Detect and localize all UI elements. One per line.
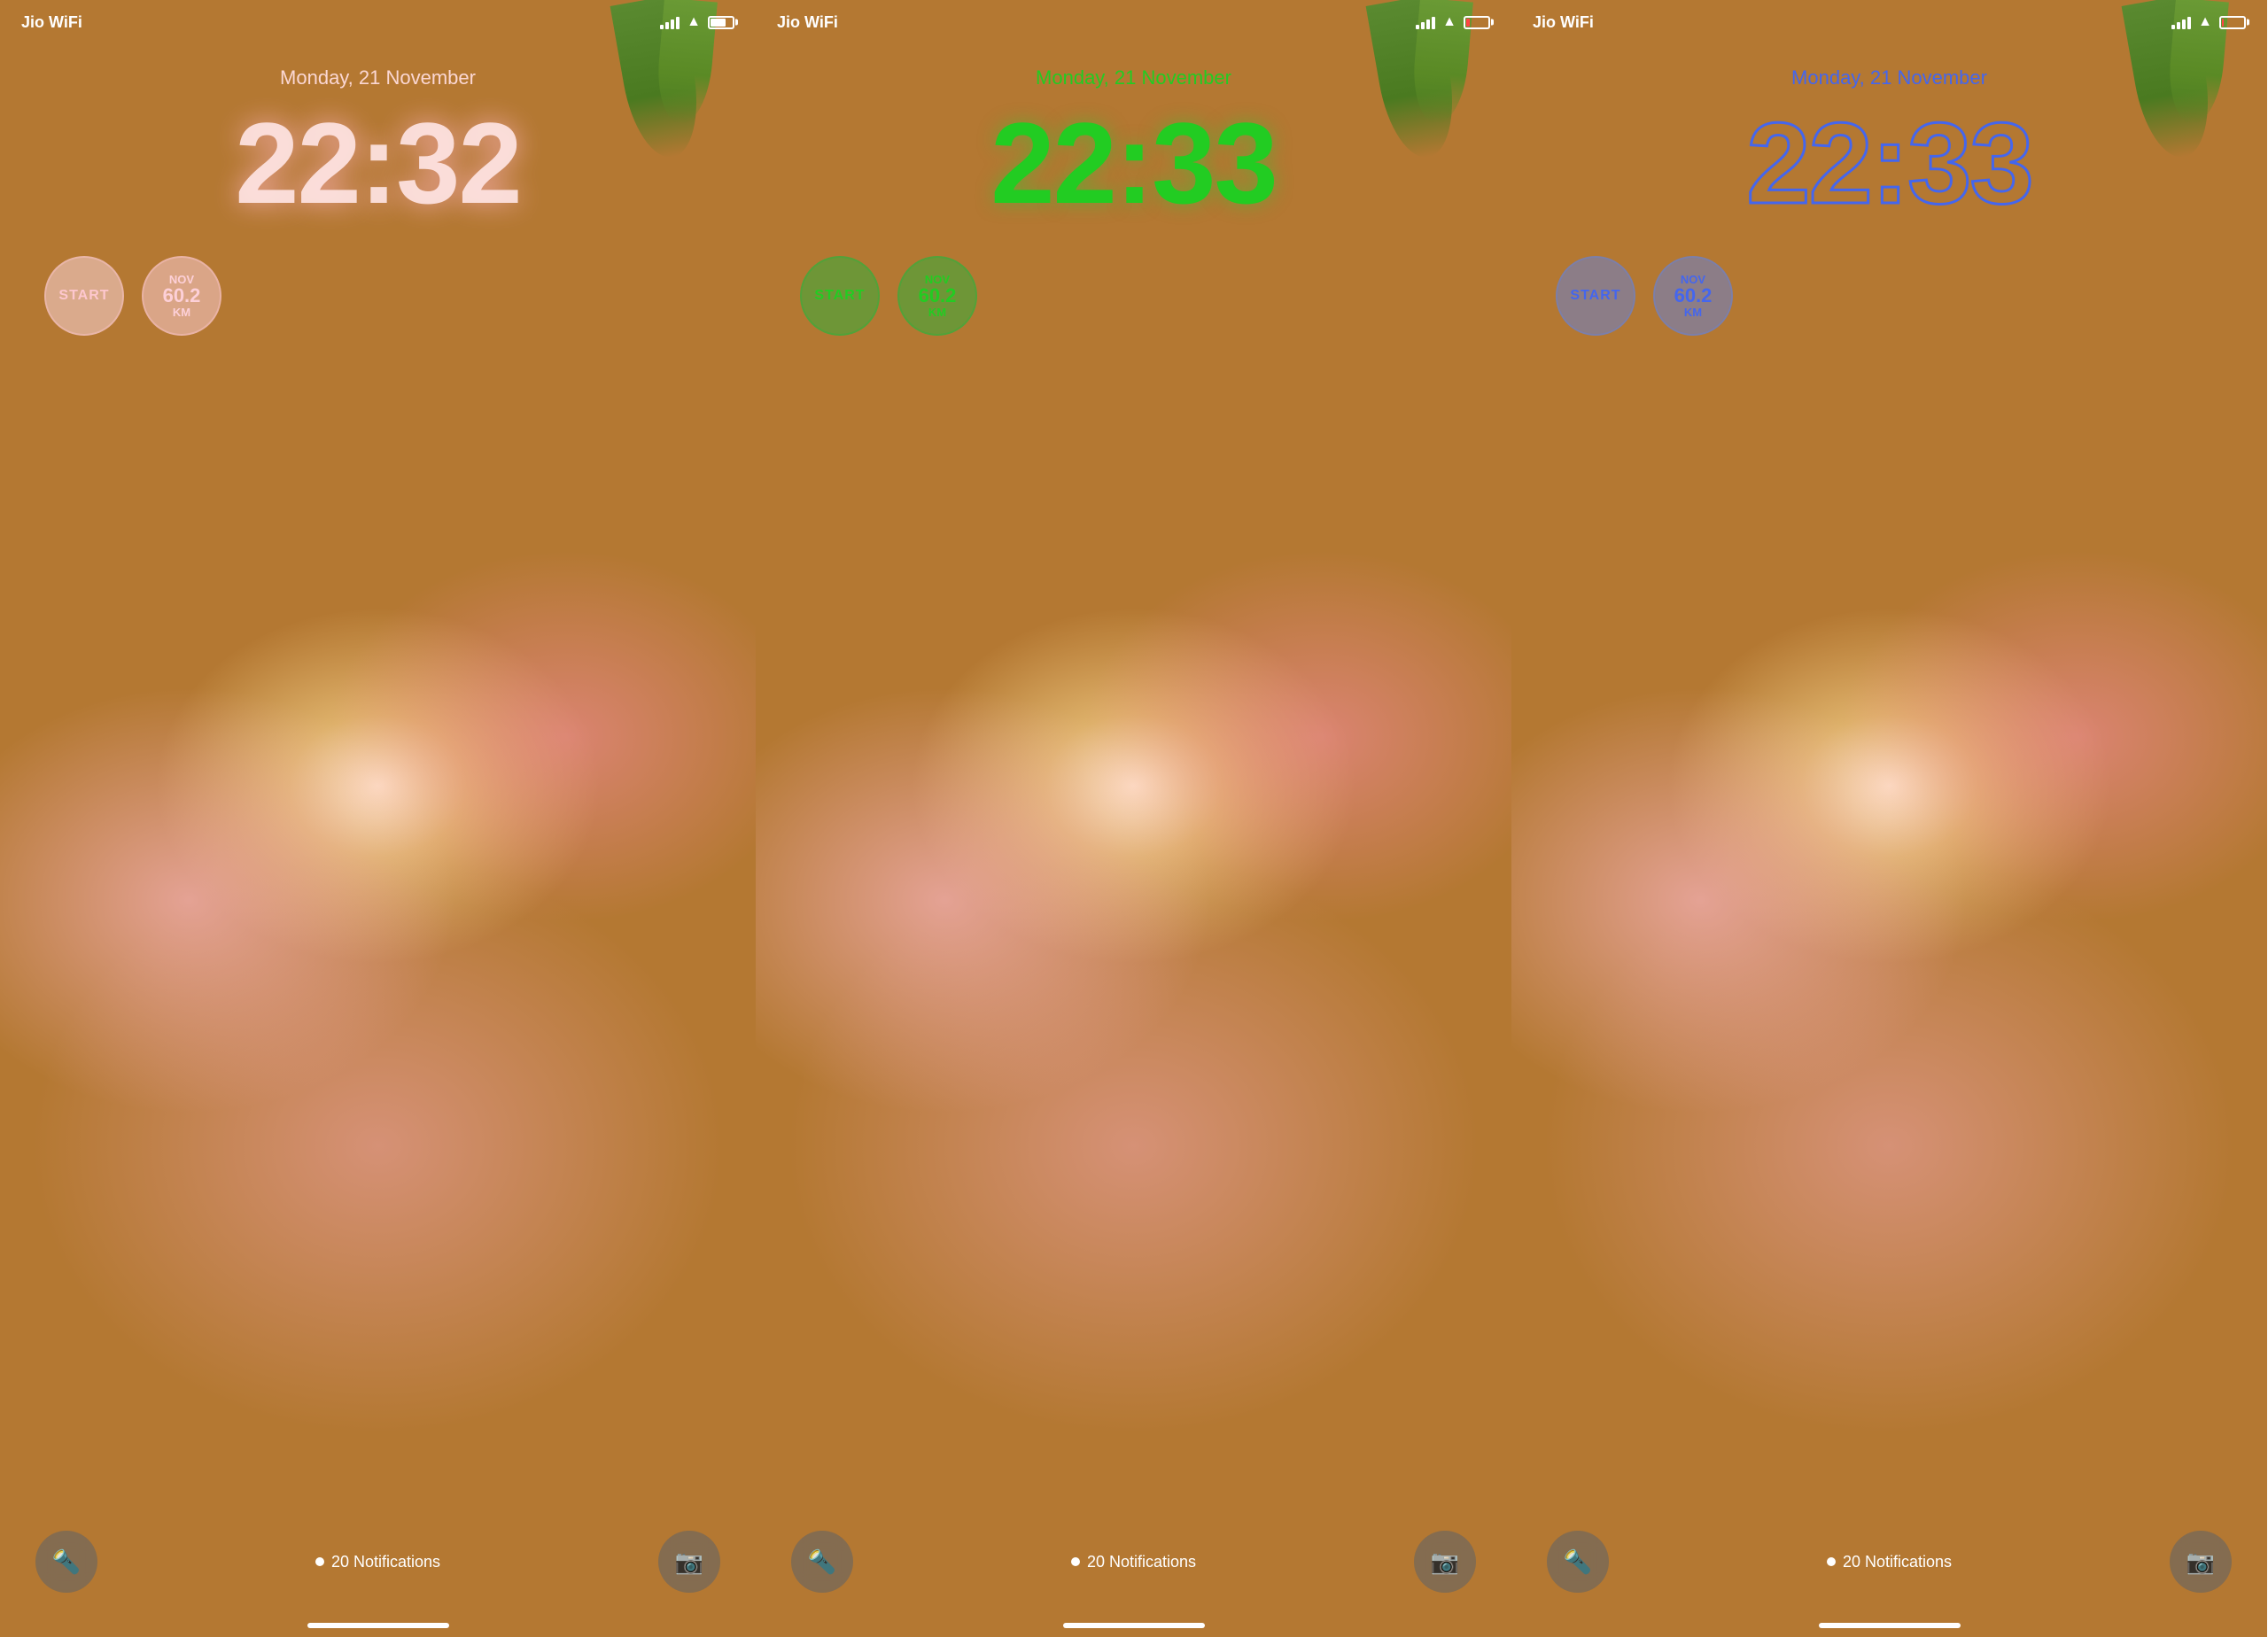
home-indicator-2 bbox=[1063, 1623, 1205, 1628]
content-2: Monday, 21 November 22:33 START NOV 60.2… bbox=[756, 49, 1511, 353]
carrier-3: Jio WiFi bbox=[1533, 13, 1594, 32]
km-widget-3: NOV 60.2 KM bbox=[1653, 256, 1733, 336]
wifi-icon-3: ▲ bbox=[2198, 14, 2212, 30]
status-icons-1: ▲ bbox=[660, 14, 734, 30]
signal-icon-3 bbox=[2171, 15, 2191, 29]
widgets-3: START NOV 60.2 KM bbox=[1538, 256, 2241, 336]
notif-text-1: 20 Notifications bbox=[331, 1553, 440, 1571]
notifications-1[interactable]: 20 Notifications bbox=[315, 1553, 440, 1571]
torch-icon-2: 🔦 bbox=[808, 1548, 836, 1576]
km-value-1: 60.2 bbox=[163, 286, 201, 306]
bottom-bar-2: 🔦 20 Notifications 📷 bbox=[756, 1531, 1511, 1593]
date-3: Monday, 21 November bbox=[1538, 66, 2241, 89]
km-unit-3: KM bbox=[1684, 306, 1702, 319]
camera-button-2[interactable]: 📷 bbox=[1414, 1531, 1476, 1593]
signal-icon-1 bbox=[660, 15, 680, 29]
carrier-1: Jio WiFi bbox=[21, 13, 82, 32]
phone-screen-3: Jio WiFi ▲ Monday, 21 November 22:33 STA… bbox=[1511, 0, 2267, 1637]
status-bar-3: Jio WiFi ▲ bbox=[1511, 0, 2267, 44]
camera-icon-3: 📷 bbox=[2186, 1548, 2215, 1576]
notif-text-3: 20 Notifications bbox=[1843, 1553, 1952, 1571]
km-value-2: 60.2 bbox=[919, 286, 957, 306]
camera-button-3[interactable]: 📷 bbox=[2170, 1531, 2232, 1593]
date-2: Monday, 21 November bbox=[782, 66, 1485, 89]
km-unit-2: KM bbox=[928, 306, 946, 319]
status-bar-1: Jio WiFi ▲ bbox=[0, 0, 756, 44]
notif-dot-1 bbox=[315, 1557, 324, 1566]
camera-icon-1: 📷 bbox=[675, 1548, 703, 1576]
start-widget-1[interactable]: START bbox=[44, 256, 124, 336]
torch-icon-3: 🔦 bbox=[1564, 1548, 1592, 1576]
home-indicator-3 bbox=[1819, 1623, 1961, 1628]
km-unit-1: KM bbox=[173, 306, 190, 319]
battery-icon-3 bbox=[2219, 16, 2246, 29]
notif-dot-3 bbox=[1827, 1557, 1836, 1566]
km-widget-1: NOV 60.2 KM bbox=[142, 256, 221, 336]
content-3: Monday, 21 November 22:33 START NOV 60.2… bbox=[1511, 49, 2267, 353]
torch-button-1[interactable]: 🔦 bbox=[35, 1531, 97, 1593]
notifications-2[interactable]: 20 Notifications bbox=[1071, 1553, 1196, 1571]
km-value-3: 60.2 bbox=[1674, 286, 1713, 306]
torch-icon-1: 🔦 bbox=[52, 1548, 81, 1576]
date-1: Monday, 21 November bbox=[27, 66, 729, 89]
start-widget-2[interactable]: START bbox=[800, 256, 880, 336]
torch-button-2[interactable]: 🔦 bbox=[791, 1531, 853, 1593]
torch-button-3[interactable]: 🔦 bbox=[1547, 1531, 1609, 1593]
time-2: 22:33 bbox=[782, 97, 1485, 229]
content-1: Monday, 21 November 22:32 START NOV 60.2… bbox=[0, 49, 756, 353]
signal-icon-2 bbox=[1416, 15, 1435, 29]
home-indicator-1 bbox=[307, 1623, 449, 1628]
widgets-2: START NOV 60.2 KM bbox=[782, 256, 1485, 336]
status-icons-2: ▲ bbox=[1416, 14, 1490, 30]
start-widget-3[interactable]: START bbox=[1556, 256, 1635, 336]
widgets-1: START NOV 60.2 KM bbox=[27, 256, 729, 336]
battery-icon-2 bbox=[1464, 16, 1490, 29]
battery-icon-1 bbox=[708, 16, 734, 29]
camera-button-1[interactable]: 📷 bbox=[658, 1531, 720, 1593]
time-1: 22:32 bbox=[27, 97, 729, 229]
notif-text-2: 20 Notifications bbox=[1087, 1553, 1196, 1571]
wifi-icon-2: ▲ bbox=[1442, 14, 1456, 30]
carrier-2: Jio WiFi bbox=[777, 13, 838, 32]
status-bar-2: Jio WiFi ▲ bbox=[756, 0, 1511, 44]
camera-icon-2: 📷 bbox=[1431, 1548, 1459, 1576]
phone-screen-2: Jio WiFi ▲ Monday, 21 November 22:33 STA… bbox=[756, 0, 1511, 1637]
bottom-bar-1: 🔦 20 Notifications 📷 bbox=[0, 1531, 756, 1593]
status-icons-3: ▲ bbox=[2171, 14, 2246, 30]
notif-dot-2 bbox=[1071, 1557, 1080, 1566]
time-3: 22:33 bbox=[1538, 97, 2241, 229]
notifications-3[interactable]: 20 Notifications bbox=[1827, 1553, 1952, 1571]
wifi-icon-1: ▲ bbox=[687, 14, 701, 30]
phone-screen-1: Jio WiFi ▲ Monday, 21 November 22:32 STA… bbox=[0, 0, 756, 1637]
km-widget-2: NOV 60.2 KM bbox=[897, 256, 977, 336]
bottom-bar-3: 🔦 20 Notifications 📷 bbox=[1511, 1531, 2267, 1593]
